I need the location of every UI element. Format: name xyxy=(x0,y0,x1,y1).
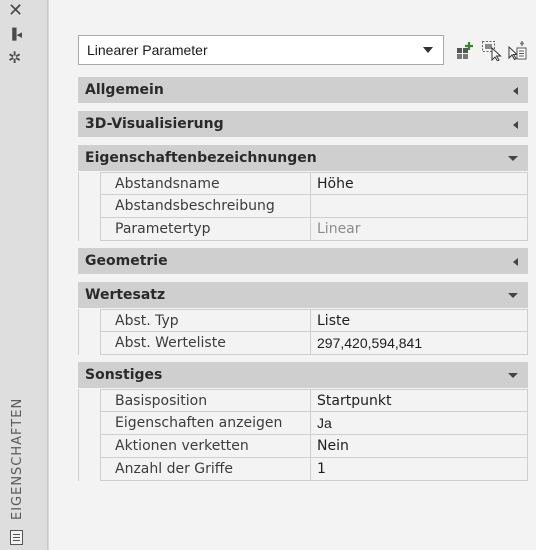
row-gutter xyxy=(78,389,100,412)
chevron-left-icon[interactable] xyxy=(513,87,518,95)
property-row[interactable]: Abstandsbeschreibung xyxy=(78,195,528,218)
property-value[interactable]: Startpunkt xyxy=(311,389,528,412)
property-value[interactable]: Ja xyxy=(311,412,528,435)
chevron-left-icon[interactable] xyxy=(513,258,518,266)
category-label: Wertesatz xyxy=(85,287,166,303)
chevron-down-icon xyxy=(423,47,433,53)
row-gutter xyxy=(78,412,100,435)
row-gutter xyxy=(78,195,100,218)
property-value[interactable]: Höhe xyxy=(311,172,528,195)
property-name: Abst. Typ xyxy=(100,309,311,332)
chevron-left-icon[interactable] xyxy=(513,121,518,129)
chevron-down-icon[interactable] xyxy=(508,156,518,161)
row-gutter xyxy=(78,218,100,241)
category-label: Sonstiges xyxy=(85,367,163,383)
quick-select-icon[interactable] xyxy=(454,39,476,61)
close-icon[interactable]: ✕ xyxy=(0,2,48,20)
property-row[interactable]: Eigenschaften anzeigen Ja xyxy=(78,412,528,435)
property-row[interactable]: Aktionen verketten Nein xyxy=(78,435,528,458)
row-gutter xyxy=(78,172,100,195)
property-value[interactable]: Nein xyxy=(311,435,528,458)
category-header[interactable]: Geometrie xyxy=(78,248,528,275)
category-label: Geometrie xyxy=(85,253,168,269)
chevron-down-icon[interactable] xyxy=(508,373,518,378)
object-type-label: Linearer Parameter xyxy=(87,42,208,58)
property-name: Abstandsname xyxy=(100,172,311,195)
object-type-dropdown[interactable]: Linearer Parameter xyxy=(78,35,444,65)
property-row[interactable]: Basisposition Startpunkt xyxy=(78,389,528,412)
toggle-pickadd-icon[interactable] xyxy=(506,39,528,61)
property-name: Eigenschaften anzeigen xyxy=(100,412,311,435)
row-gutter xyxy=(78,309,100,332)
property-name: Abst. Werteliste xyxy=(100,332,311,355)
property-name: Aktionen verketten xyxy=(100,435,311,458)
properties-panel: Linearer Parameter Allgemein 3D-Visualisi… xyxy=(49,0,536,550)
property-grid: Allgemein 3D-Visualisierung Eigenschaftenb… xyxy=(78,77,528,488)
row-gutter xyxy=(78,435,100,458)
category-label: Allgemein xyxy=(85,82,164,98)
category-header[interactable]: Wertesatz xyxy=(78,282,528,309)
select-objects-icon[interactable] xyxy=(480,39,502,61)
property-row[interactable]: Abst. Werteliste 297,420,594,841 xyxy=(78,332,528,355)
category-header[interactable]: 3D-Visualisierung xyxy=(78,111,528,138)
row-gutter xyxy=(78,332,100,355)
row-gutter xyxy=(78,458,100,481)
property-name: Abstandsbeschreibung xyxy=(100,195,311,218)
property-name: Anzahl der Griffe xyxy=(100,458,311,481)
property-value[interactable]: 297,420,594,841 xyxy=(311,332,528,355)
toolbar: Linearer Parameter xyxy=(78,35,528,65)
property-value: Linear xyxy=(311,218,528,241)
category-rows: Abstandsname Höhe Abstandsbeschreibung Para… xyxy=(78,172,528,241)
property-value[interactable] xyxy=(311,195,528,218)
property-value[interactable]: Liste xyxy=(311,309,528,332)
palette-strip: ✕ ▐◂ ✲ EIGENSCHAFTEN xyxy=(0,0,48,550)
category-header[interactable]: Sonstiges xyxy=(78,362,528,389)
property-name: Parametertyp xyxy=(100,218,311,241)
chevron-down-icon[interactable] xyxy=(508,293,518,298)
category-header[interactable]: Allgemein xyxy=(78,77,528,104)
category-label: Eigenschaftenbezeichnungen xyxy=(85,150,317,166)
category-rows: Basisposition Startpunkt Eigenschaften anz… xyxy=(78,389,528,481)
settings-icon[interactable]: ✲ xyxy=(0,49,48,67)
pin-icon[interactable]: ▐◂ xyxy=(0,26,48,44)
properties-icon xyxy=(10,530,23,545)
property-row[interactable]: Anzahl der Griffe 1 xyxy=(78,458,528,481)
category-header[interactable]: Eigenschaftenbezeichnungen xyxy=(78,145,528,172)
category-label: 3D-Visualisierung xyxy=(85,116,224,132)
property-name: Basisposition xyxy=(100,389,311,412)
property-row[interactable]: Abst. Typ Liste xyxy=(78,309,528,332)
category-rows: Abst. Typ Liste Abst. Werteliste 297,420,59… xyxy=(78,309,528,355)
property-row[interactable]: Parametertyp Linear xyxy=(78,218,528,241)
palette-title[interactable]: EIGENSCHAFTEN xyxy=(10,398,25,520)
property-row[interactable]: Abstandsname Höhe xyxy=(78,172,528,195)
property-value[interactable]: 1 xyxy=(311,458,528,481)
